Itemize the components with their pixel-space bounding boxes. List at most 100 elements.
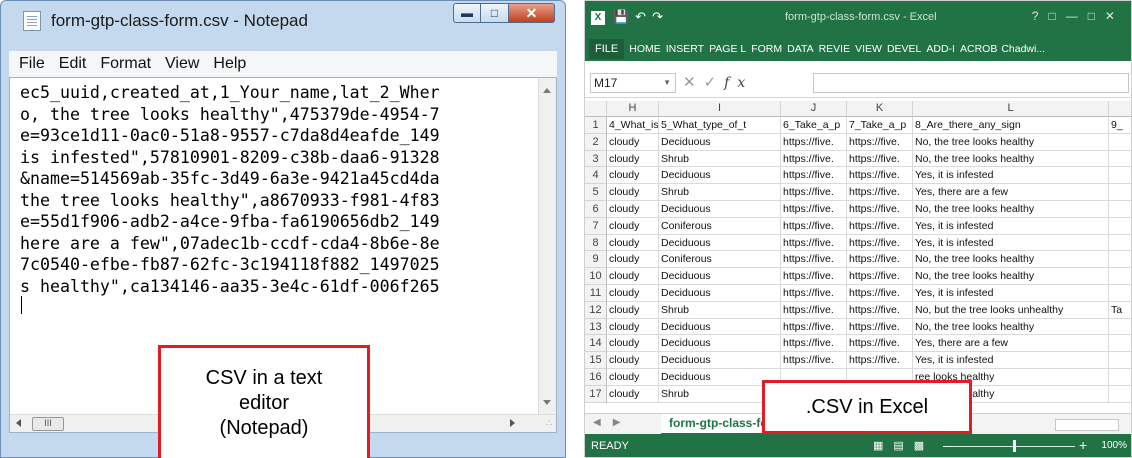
cell-h[interactable]: 4_What_is (607, 117, 659, 134)
row-header[interactable]: 10 (585, 268, 607, 285)
ribbon-tab-home[interactable]: HOME (629, 43, 661, 55)
user-account[interactable]: Chadwi... (1001, 43, 1045, 55)
cell-j[interactable]: https://five. (781, 201, 847, 218)
row-header[interactable]: 17 (585, 385, 607, 403)
cell-j[interactable]: https://five. (781, 251, 847, 269)
notepad-title-bar[interactable]: form-gtp-class-form.csv - Notepad ▬ □ ✕ (1, 1, 565, 37)
cell-l[interactable]: Yes, it is infested (913, 217, 1109, 235)
cell-k[interactable]: https://five. (847, 301, 913, 319)
row-header[interactable]: 11 (585, 285, 607, 302)
cell-k[interactable]: https://five. (847, 184, 913, 201)
cell-m[interactable] (1109, 151, 1131, 168)
cell-h[interactable]: cloudy (607, 285, 659, 302)
cell-l[interactable]: No, the tree looks healthy (913, 318, 1109, 336)
cell-i[interactable]: Deciduous (659, 133, 781, 151)
cell-i[interactable]: Deciduous (659, 352, 781, 369)
ribbon-tab-add-ins[interactable]: ADD-I (926, 43, 955, 55)
cell-m[interactable] (1109, 235, 1131, 252)
cell-k[interactable]: https://five. (847, 285, 913, 302)
cell-h[interactable]: cloudy (607, 184, 659, 201)
cell-h[interactable]: cloudy (607, 385, 659, 403)
cell-j[interactable]: https://five. (781, 217, 847, 235)
excel-title-bar[interactable]: X 💾↶↷ form-gtp-class-form.csv - Excel ?□… (585, 1, 1131, 37)
scroll-right-arrow-icon[interactable] (510, 419, 515, 427)
cell-l[interactable]: Yes, there are a few (913, 335, 1109, 353)
cell-h[interactable]: cloudy (607, 335, 659, 353)
cell-j[interactable]: https://five. (781, 318, 847, 336)
select-all-corner[interactable] (585, 101, 607, 117)
excel-horizontal-scrollbar[interactable] (1055, 419, 1119, 431)
row-header[interactable]: 1 (585, 117, 607, 134)
cell-l[interactable]: Yes, there are a few (913, 184, 1109, 201)
cell-m[interactable] (1109, 218, 1131, 235)
cell-m[interactable]: 9_ (1109, 117, 1131, 134)
scroll-left-arrow-icon[interactable] (16, 419, 21, 427)
column-header-h[interactable]: H (607, 101, 659, 117)
scroll-thumb[interactable]: III (32, 417, 64, 431)
cell-j[interactable]: https://five. (781, 234, 847, 252)
cell-i[interactable]: Shrub (659, 150, 781, 168)
row-header[interactable]: 6 (585, 201, 607, 218)
cell-k[interactable]: 7_Take_a_p (847, 117, 913, 134)
cancel-icon[interactable]: ✕ (683, 74, 704, 91)
ribbon-tab-formulas[interactable]: FORM (751, 43, 782, 55)
row-header[interactable]: 16 (585, 369, 607, 386)
row-header[interactable]: 7 (585, 217, 607, 235)
cell-m[interactable] (1109, 285, 1131, 302)
cell-j[interactable]: https://five. (781, 150, 847, 168)
cell-i[interactable]: Shrub (659, 301, 781, 319)
cell-i[interactable]: Deciduous (659, 234, 781, 252)
cell-m[interactable] (1109, 268, 1131, 285)
cell-i[interactable]: Shrub (659, 184, 781, 201)
cell-m[interactable] (1109, 184, 1131, 201)
cell-m[interactable] (1109, 134, 1131, 151)
cell-l[interactable]: Yes, it is infested (913, 167, 1109, 185)
cell-i[interactable]: 5_What_type_of_t (659, 117, 781, 134)
insert-function-icon[interactable]: fx (724, 75, 753, 91)
cell-j[interactable]: 6_Take_a_p (781, 117, 847, 134)
cell-k[interactable]: https://five. (847, 217, 913, 235)
cell-m[interactable] (1109, 369, 1131, 386)
sheet-tab[interactable]: form-gtp-class-form (661, 414, 765, 435)
cell-i[interactable]: Deciduous (659, 285, 781, 302)
menu-format[interactable]: Format (100, 55, 151, 73)
cell-k[interactable]: https://five. (847, 201, 913, 218)
cell-m[interactable] (1109, 352, 1131, 369)
cell-j[interactable]: https://five. (781, 184, 847, 201)
ribbon-tab-developer[interactable]: DEVEL (887, 43, 921, 55)
cell-k[interactable]: https://five. (847, 167, 913, 185)
quick-access-toolbar[interactable]: 💾↶↷ (613, 9, 669, 25)
cell-m[interactable] (1109, 251, 1131, 269)
cell-j[interactable]: https://five. (781, 352, 847, 369)
cell-m[interactable] (1109, 319, 1131, 336)
vertical-scrollbar[interactable] (538, 78, 556, 416)
cell-k[interactable]: https://five. (847, 251, 913, 269)
menu-edit[interactable]: Edit (59, 55, 87, 73)
excel-window-controls[interactable]: ?□—□✕ (1032, 9, 1125, 23)
row-header[interactable]: 15 (585, 352, 607, 369)
view-buttons[interactable]: ▦▤▩ (873, 439, 934, 452)
maximize-button[interactable]: □ (481, 3, 509, 23)
row-header[interactable]: 13 (585, 318, 607, 336)
row-header[interactable]: 12 (585, 301, 607, 319)
enter-icon[interactable]: ✓ (704, 74, 725, 91)
cell-i[interactable]: Deciduous (659, 335, 781, 353)
ribbon-tab-page-layout[interactable]: PAGE L (709, 43, 746, 55)
menu-view[interactable]: View (165, 55, 199, 73)
name-box[interactable]: M17 ▼ (590, 73, 676, 93)
cell-h[interactable]: cloudy (607, 251, 659, 269)
sheet-nav-arrows[interactable]: ◀▶ (593, 417, 632, 428)
row-header[interactable]: 4 (585, 167, 607, 185)
row-header[interactable]: 14 (585, 335, 607, 353)
cell-k[interactable]: https://five. (847, 268, 913, 285)
cell-k[interactable]: https://five. (847, 318, 913, 336)
scroll-up-arrow-icon[interactable] (543, 88, 551, 93)
ribbon-tab-data[interactable]: DATA (787, 43, 813, 55)
cell-l[interactable]: No, the tree looks healthy (913, 201, 1109, 218)
cell-h[interactable]: cloudy (607, 234, 659, 252)
cell-h[interactable]: cloudy (607, 268, 659, 285)
ribbon-tab-acrobat[interactable]: ACROB (960, 43, 997, 55)
cell-i[interactable]: Coniferous (659, 251, 781, 269)
resize-grip-icon[interactable]: ∴ (546, 418, 552, 429)
cell-l[interactable]: Yes, it is infested (913, 285, 1109, 302)
